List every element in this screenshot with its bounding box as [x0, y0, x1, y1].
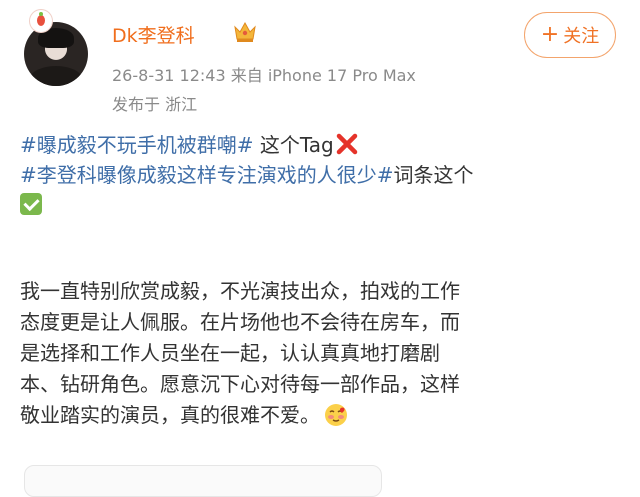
plus-icon: + [540, 22, 560, 47]
body-line: 我一直特别欣赏成毅，不光演技出众，拍戏的工作 [20, 279, 460, 303]
hashtag-link[interactable]: #曝成毅不玩手机被群嘲# [20, 133, 254, 157]
follow-button[interactable]: + 关注 [524, 12, 616, 58]
red-cross-emoji [336, 133, 357, 155]
body-line: 态度更是让人佩服。在片场他也不会待在房车，而 [20, 310, 460, 334]
post-text: 这个Tag [253, 133, 334, 157]
blushing-face-emoji [325, 404, 347, 426]
attached-card[interactable] [24, 465, 382, 497]
post-body: 我一直特别欣赏成毅，不光演技出众，拍戏的工作 态度更是让人佩服。在片场他也不会待… [20, 276, 630, 431]
body-line: 是选择和工作人员坐在一起，认认真真地打磨剧 [20, 341, 440, 365]
avatar[interactable] [24, 10, 94, 86]
username[interactable]: Dk李登科 [112, 21, 195, 48]
green-check-emoji [20, 193, 42, 215]
post-content: #曝成毅不玩手机被群嘲# 这个Tag #李登科曝像成毅这样专注演戏的人很少#词条… [20, 130, 630, 220]
post-location: 发布于 浙江 [112, 95, 198, 114]
app-badge-icon [30, 10, 52, 32]
post-meta: 26-8-31 12:43 来自 iPhone 17 Pro Max [112, 66, 416, 85]
body-line: 敬业踏实的演员，真的很难不爱。 [20, 403, 320, 427]
hashtag-link[interactable]: #李登科曝像成毅这样专注演戏的人很少# [20, 163, 394, 187]
crown-icon [234, 21, 256, 42]
body-line: 本、钻研角色。愿意沉下心对待每一部作品，这样 [20, 372, 460, 396]
avatar-photo [24, 22, 88, 86]
follow-label: 关注 [563, 26, 600, 47]
post-text: 词条这个 [393, 163, 474, 187]
